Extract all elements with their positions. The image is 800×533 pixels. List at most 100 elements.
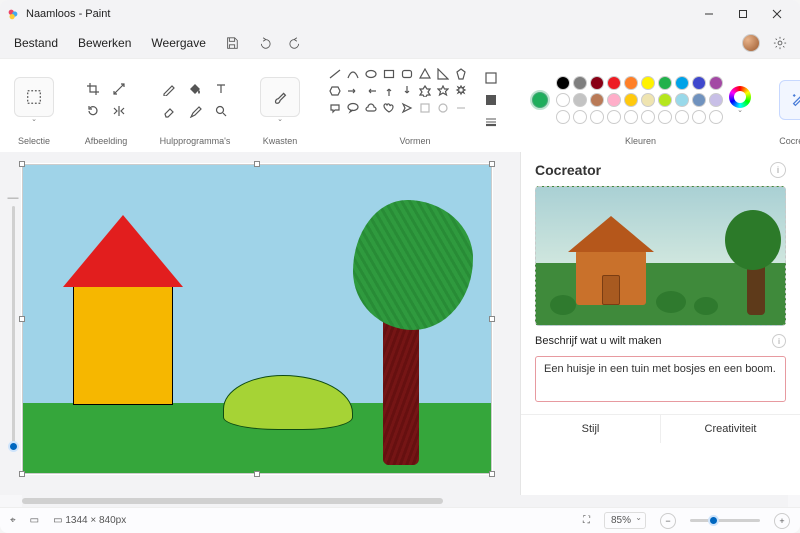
resize-handle[interactable] <box>489 161 495 167</box>
color-swatch-empty[interactable] <box>709 110 723 124</box>
ribbon: ⌄ Selectie Afbeelding <box>0 58 800 152</box>
select-tool[interactable] <box>14 77 54 117</box>
color-swatch[interactable] <box>607 76 621 90</box>
tab-creativity[interactable]: Creativiteit <box>661 415 800 443</box>
edit-colors[interactable] <box>729 86 751 108</box>
resize-handle[interactable] <box>489 471 495 477</box>
color-swatch[interactable] <box>556 76 570 90</box>
crop-tool[interactable] <box>82 80 104 98</box>
workspace: — Cocreatori <box>0 152 800 495</box>
resize-handle[interactable] <box>254 161 260 167</box>
picker-tool[interactable] <box>184 102 206 120</box>
color-swatch-empty[interactable] <box>641 110 655 124</box>
fit-screen-icon[interactable]: ⛶ <box>583 515 590 526</box>
color-swatch[interactable] <box>675 93 689 107</box>
color-swatch[interactable] <box>556 93 570 107</box>
label-shapes: Vormen <box>399 134 430 148</box>
resize-handle[interactable] <box>254 471 260 477</box>
color-swatch-empty[interactable] <box>573 110 587 124</box>
fill-tool[interactable] <box>184 80 206 98</box>
panel-title: Cocreatori <box>535 162 786 178</box>
color-swatch[interactable] <box>624 76 638 90</box>
title-bar: Naamloos - Paint <box>0 0 800 28</box>
describe-label: Beschrijf wat u wilt makeni <box>535 334 786 348</box>
color-swatch[interactable] <box>590 93 604 107</box>
menu-edit[interactable]: Bewerken <box>70 32 139 54</box>
canvas-size: ▭ 1344 × 840px <box>53 515 126 526</box>
current-color[interactable] <box>530 90 550 110</box>
chevron-down-icon[interactable]: ⌄ <box>29 115 39 123</box>
maximize-button[interactable] <box>726 0 760 28</box>
save-button[interactable] <box>218 30 246 56</box>
shape-outline[interactable] <box>480 69 502 87</box>
info-icon[interactable]: i <box>772 334 786 348</box>
zoom-percentage[interactable]: 85% <box>604 512 646 529</box>
color-swatch[interactable] <box>709 93 723 107</box>
prompt-input[interactable]: Een huisje in een tuin met bosjes en een… <box>535 356 786 402</box>
canvas-area <box>0 152 520 495</box>
resize-handle[interactable] <box>19 471 25 477</box>
color-swatch[interactable] <box>658 93 672 107</box>
color-swatch-empty[interactable] <box>590 110 604 124</box>
label-selection: Selectie <box>18 134 50 148</box>
color-swatch[interactable] <box>573 76 587 90</box>
label-colors: Kleuren <box>625 134 656 148</box>
label-tools: Hulpprogramma's <box>160 134 231 148</box>
label-image: Afbeelding <box>85 134 128 148</box>
settings-button[interactable] <box>766 30 794 56</box>
resize-tool[interactable] <box>108 80 130 98</box>
text-tool[interactable] <box>210 80 232 98</box>
redo-button[interactable] <box>282 30 310 56</box>
info-icon[interactable]: i <box>770 162 786 178</box>
rotate-tool[interactable] <box>82 102 104 120</box>
shape-gallery[interactable] <box>328 67 468 132</box>
panel-bottom-tabs: Stijl Creativiteit <box>521 414 800 443</box>
shape-fill[interactable] <box>480 91 502 109</box>
color-swatch[interactable] <box>590 76 604 90</box>
horizontal-scrollbar[interactable] <box>22 495 788 507</box>
magnifier-tool[interactable] <box>210 102 232 120</box>
line-width[interactable] <box>480 113 502 131</box>
color-swatch[interactable] <box>641 93 655 107</box>
flip-tool[interactable] <box>108 102 130 120</box>
resize-handle[interactable] <box>489 316 495 322</box>
zoom-out-button[interactable]: − <box>660 513 676 529</box>
color-swatch-empty[interactable] <box>556 110 570 124</box>
pencil-tool[interactable] <box>158 80 180 98</box>
color-swatch[interactable] <box>675 76 689 90</box>
cocreator-preview[interactable] <box>535 186 786 326</box>
color-swatch[interactable] <box>709 76 723 90</box>
chevron-down-icon[interactable]: ⌄ <box>275 115 285 123</box>
color-swatch[interactable] <box>624 93 638 107</box>
resize-handle[interactable] <box>19 161 25 167</box>
color-swatch[interactable] <box>692 93 706 107</box>
color-swatch[interactable] <box>573 93 587 107</box>
color-palette <box>556 76 723 124</box>
color-swatch[interactable] <box>658 76 672 90</box>
resize-handle[interactable] <box>19 316 25 322</box>
color-swatch-empty[interactable] <box>607 110 621 124</box>
canvas[interactable] <box>22 164 492 474</box>
close-button[interactable] <box>760 0 794 28</box>
zoom-in-button[interactable]: + <box>774 513 790 529</box>
menu-view[interactable]: Weergave <box>143 32 213 54</box>
color-swatch[interactable] <box>692 76 706 90</box>
cocreator-button[interactable] <box>779 80 800 120</box>
menu-file[interactable]: Bestand <box>6 32 66 54</box>
zoom-slider[interactable] <box>690 519 760 522</box>
tab-style[interactable]: Stijl <box>521 415 661 443</box>
drawing-tree-crown <box>353 200 473 330</box>
color-swatch-empty[interactable] <box>658 110 672 124</box>
color-swatch-empty[interactable] <box>692 110 706 124</box>
color-swatch-empty[interactable] <box>624 110 638 124</box>
user-avatar[interactable] <box>742 34 760 52</box>
minimize-button[interactable] <box>692 0 726 28</box>
paint-window: Naamloos - Paint Bestand Bewerken Weerga… <box>0 0 800 533</box>
color-swatch[interactable] <box>641 76 655 90</box>
color-swatch-empty[interactable] <box>675 110 689 124</box>
brush-tool[interactable] <box>260 77 300 117</box>
eraser-tool[interactable] <box>158 102 180 120</box>
undo-button[interactable] <box>250 30 278 56</box>
group-brushes: ⌄ Kwasten <box>256 65 304 148</box>
color-swatch[interactable] <box>607 93 621 107</box>
